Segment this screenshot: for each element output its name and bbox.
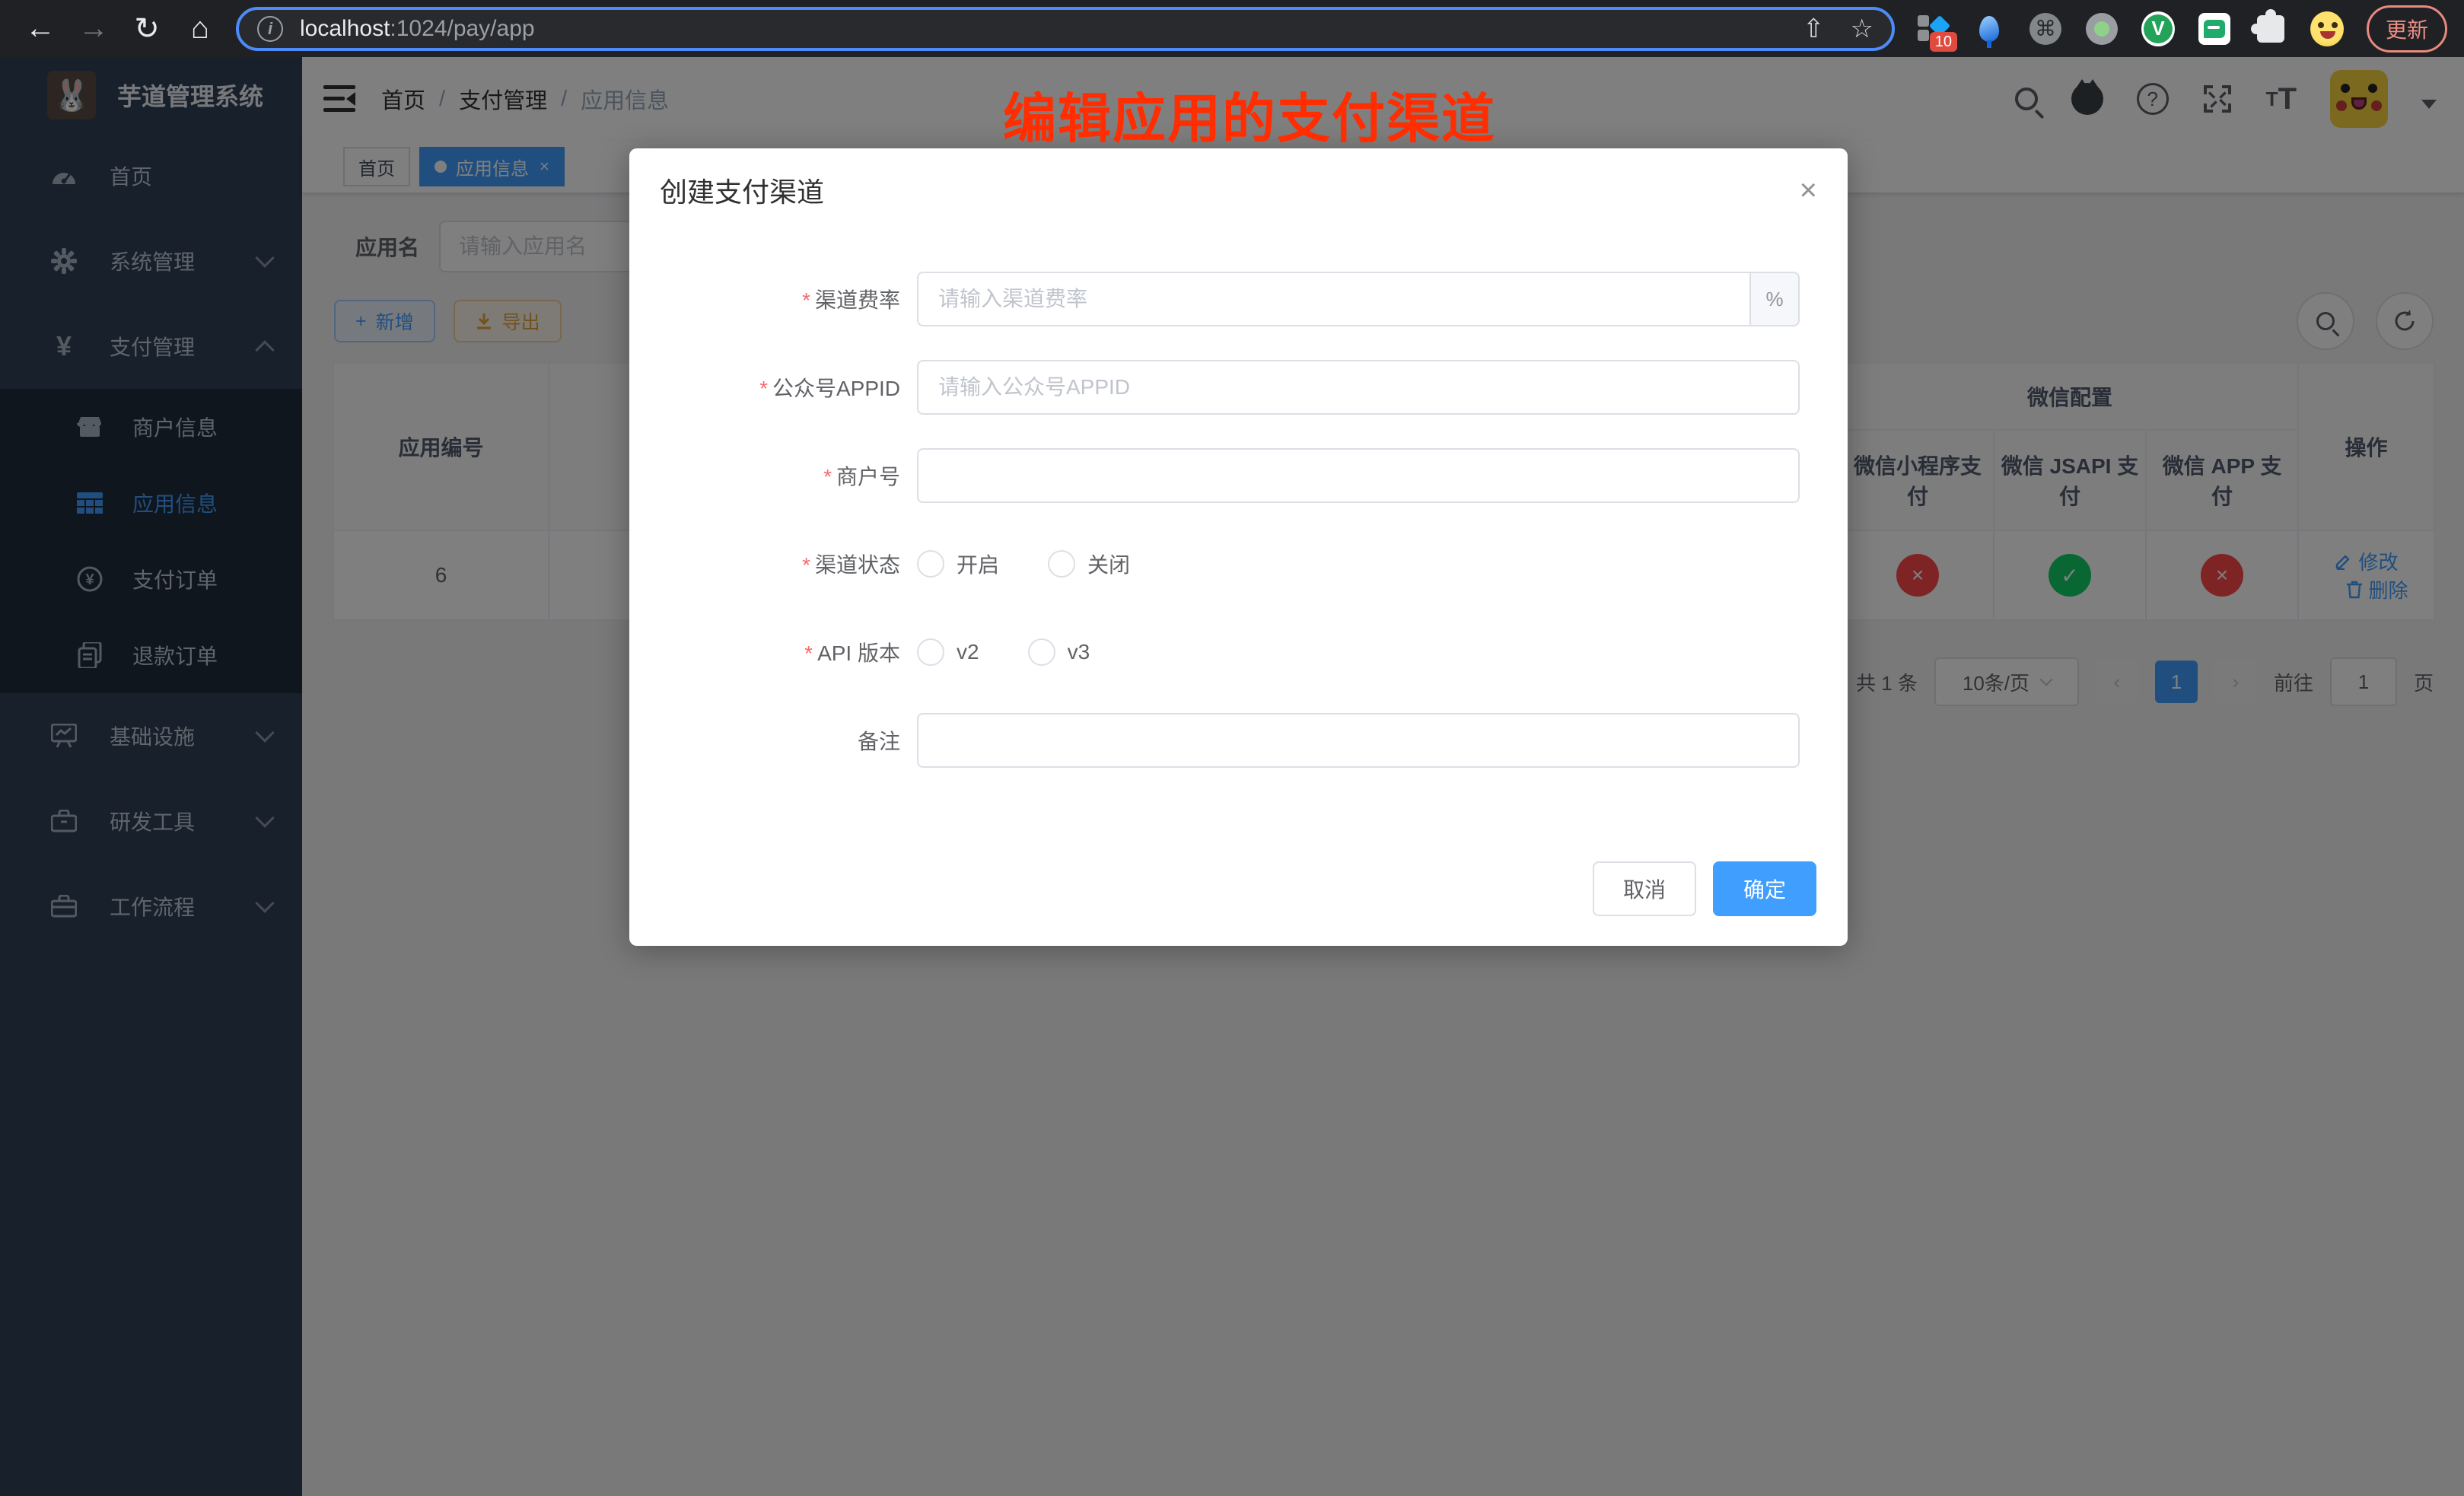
extension-balloon-icon[interactable] [1972,12,2006,46]
url-path: :1024/pay/app [390,16,534,41]
cancel-button[interactable]: 取消 [1593,861,1696,916]
url-text[interactable]: localhost:1024/pay/app [300,16,1777,42]
required-mark: * [759,377,768,400]
browser-toolbar: ← → ↻ ⌂ i localhost:1024/pay/app ⇧ ☆ 10 … [0,0,2464,57]
grid-squares-icon [1918,15,1929,44]
extension-grid-icon[interactable]: 10 [1916,12,1950,46]
form-row-appid: *公众号APPID [629,360,1848,415]
green-dot-icon [2086,13,2118,45]
form-row-rate: *渠道费率 % [629,272,1848,326]
rate-input[interactable] [917,272,1749,326]
form-row-api: *API 版本 v2 v3 [629,625,1848,680]
api-v2-radio[interactable]: v2 [917,638,979,666]
extension-vue-icon[interactable]: V [2141,12,2175,46]
mch-input[interactable] [917,448,1800,503]
app-viewport: 🐰 芋道管理系统 首页 系统管理 ¥ 支付管理 [0,57,2464,1496]
rate-label: *渠道费率 [629,284,917,314]
url-host: localhost [300,16,390,41]
appid-label: *公众号APPID [629,372,917,403]
browser-reload-button[interactable]: ↻ [120,2,173,56]
radio-circle-icon [917,550,944,578]
browser-back-button[interactable]: ← [14,2,67,56]
create-channel-dialog: 创建支付渠道 × *渠道费率 % *公众号APPID *商户号 [629,148,1848,946]
api-label: *API 版本 [629,637,917,667]
radio-circle-icon [1028,638,1055,666]
extension-chat-icon[interactable] [2198,12,2231,46]
required-mark: * [823,465,832,489]
form-row-remark: 备注 [629,713,1848,768]
dialog-title: 创建支付渠道 [660,170,824,210]
site-info-icon[interactable]: i [257,16,283,42]
form-row-mch: *商户号 [629,448,1848,503]
bookmark-star-icon[interactable]: ☆ [1851,14,1873,44]
extension-dot-icon[interactable] [2085,12,2119,46]
puzzle-icon [2257,15,2284,43]
remark-label: 备注 [629,725,917,756]
extension-badge: 10 [1930,32,1957,52]
status-label: *渠道状态 [629,549,917,579]
confirm-button[interactable]: 确定 [1713,861,1816,916]
status-closed-radio[interactable]: 关闭 [1048,549,1130,579]
chat-bubble-icon [2198,13,2230,45]
required-mark: * [802,553,810,577]
balloon-icon [1979,16,1999,42]
percent-suffix: % [1749,272,1800,326]
task-annotation: 编辑应用的支付渠道 [1003,76,1496,153]
dialog-form: *渠道费率 % *公众号APPID *商户号 *渠道状态 开启 [629,272,1848,768]
form-row-status: *渠道状态 开启 关闭 [629,536,1848,591]
v-logo-icon: V [2141,11,2175,46]
dialog-footer: 取消 确定 [629,861,1848,916]
dialog-header: 创建支付渠道 × [629,148,1848,232]
required-mark: * [804,641,813,665]
extensions-row: 10 ⌘ V 更新 ⋮ [1916,5,2464,53]
mch-label: *商户号 [629,460,917,491]
required-mark: * [802,288,810,312]
browser-home-button[interactable]: ⌂ [173,2,227,56]
dialog-close-icon[interactable]: × [1800,175,1817,205]
extension-command-icon[interactable]: ⌘ [2029,12,2062,46]
appid-input[interactable] [917,360,1800,415]
profile-avatar[interactable] [2310,12,2344,46]
radio-circle-icon [1048,550,1075,578]
browser-forward-button[interactable]: → [67,2,120,56]
command-icon: ⌘ [2029,13,2061,45]
chrome-update-button[interactable]: 更新 [2367,5,2447,53]
share-icon[interactable]: ⇧ [1803,14,1825,44]
address-bar[interactable]: i localhost:1024/pay/app ⇧ ☆ [236,7,1895,51]
status-open-radio[interactable]: 开启 [917,549,999,579]
remark-input[interactable] [917,713,1800,768]
profile-emoji-icon [2310,11,2344,46]
extensions-puzzle-button[interactable] [2254,12,2287,46]
api-v3-radio[interactable]: v3 [1028,638,1090,666]
radio-circle-icon [917,638,944,666]
